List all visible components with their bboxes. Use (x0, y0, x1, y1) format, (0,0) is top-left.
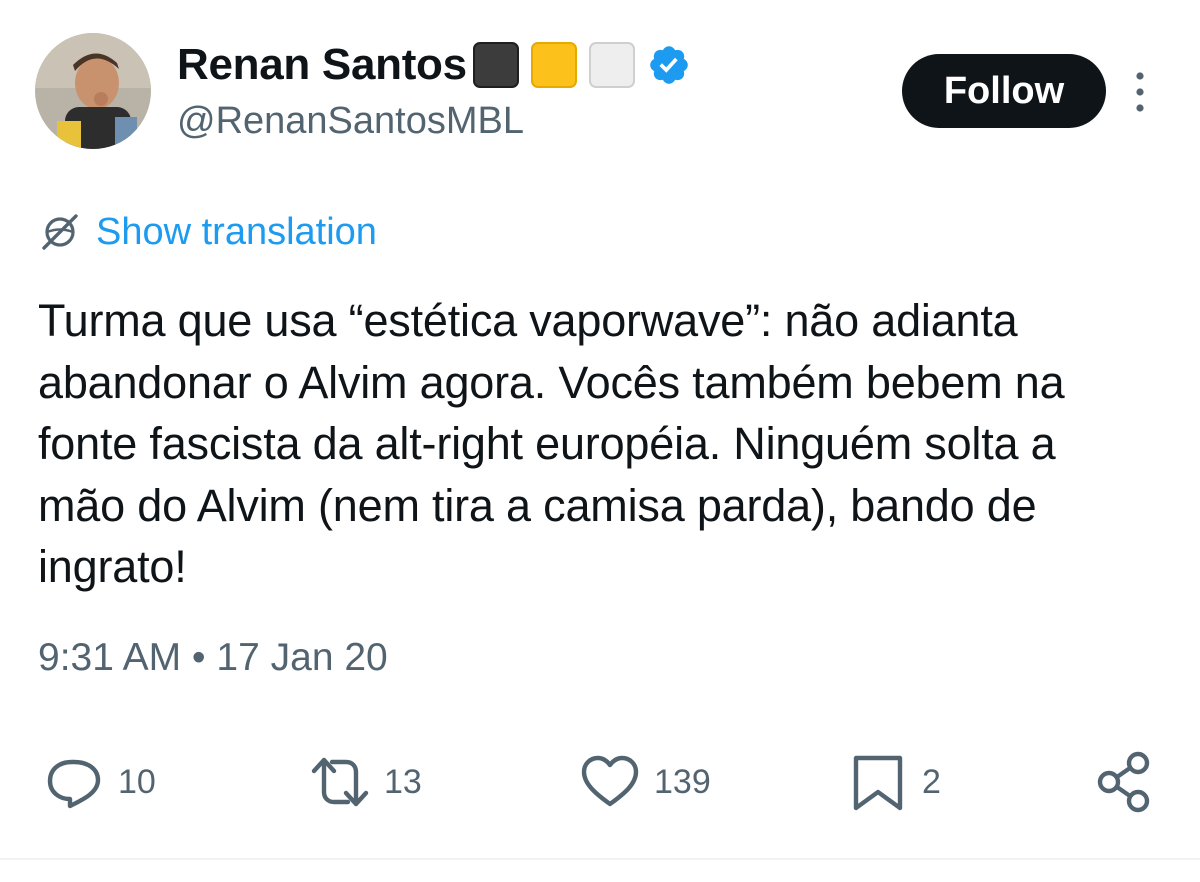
yellow-square-emoji (530, 42, 577, 88)
author-handle[interactable]: @RenanSantosMBL (177, 100, 524, 143)
author-name-row[interactable]: Renan Santos (177, 36, 691, 94)
tweet-text: Turma que usa “estética vaporwave”: não … (38, 295, 1065, 592)
share-icon (1097, 751, 1150, 813)
more-vertical-icon[interactable] (1130, 70, 1150, 114)
avatar[interactable] (35, 33, 151, 149)
bookmark-icon (853, 755, 903, 811)
tweet-timestamp[interactable]: 9:31 AM • 17 Jan 20 (38, 636, 388, 680)
repost-button[interactable]: 13 (308, 742, 422, 822)
reply-count: 10 (118, 762, 156, 801)
reply-button[interactable]: 10 (42, 742, 156, 822)
heart-icon (581, 755, 639, 807)
show-translation-label[interactable]: Show translation (96, 211, 377, 254)
bookmark-count: 2 (922, 762, 941, 801)
black-square-emoji (472, 42, 519, 88)
like-button[interactable]: 139 (578, 742, 711, 822)
bookmark-button[interactable]: 2 (846, 742, 941, 822)
display-name[interactable]: Renan Santos (177, 40, 467, 90)
translate-globe-icon (42, 214, 78, 250)
tweet-actions: 10 13 139 2 (0, 742, 1200, 822)
follow-button[interactable]: Follow (902, 54, 1106, 128)
repost-icon (311, 757, 369, 807)
like-count: 139 (654, 762, 711, 801)
divider (0, 858, 1200, 860)
white-square-emoji (588, 42, 635, 88)
reply-icon (47, 759, 101, 809)
show-translation-link[interactable]: Show translation (38, 208, 377, 256)
repost-count: 13 (384, 762, 422, 801)
share-button[interactable] (1094, 742, 1158, 822)
verified-badge-icon (650, 46, 688, 84)
